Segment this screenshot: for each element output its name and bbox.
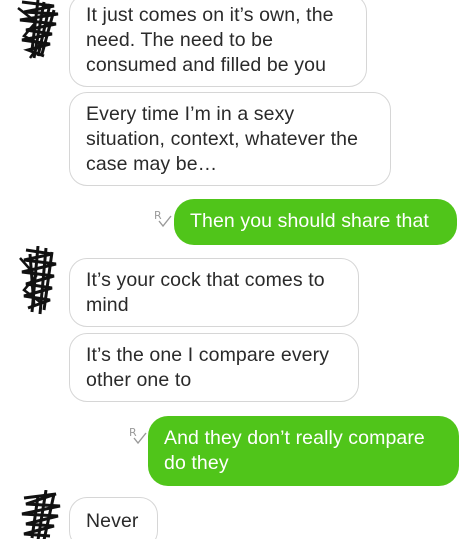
incoming-message: Never (69, 497, 158, 539)
svg-text:R: R (129, 426, 137, 439)
outgoing-message: And they don’t really compare do they (148, 416, 459, 486)
redacted-avatar-icon (17, 0, 59, 59)
read-receipt-icon: R (129, 426, 147, 445)
outgoing-message: Then you should share that (174, 199, 457, 245)
incoming-message: Every time I’m in a sexy situation, cont… (69, 92, 391, 186)
chat-thread: It just comes on it’s own, the need. The… (0, 0, 474, 539)
redacted-avatar-icon (19, 246, 57, 315)
redacted-avatar-icon (21, 490, 61, 539)
svg-text:R: R (154, 209, 162, 222)
incoming-message: It just comes on it’s own, the need. The… (69, 0, 367, 87)
incoming-message: It’s the one I compare every other one t… (69, 333, 359, 402)
read-receipt-icon: R (154, 209, 172, 228)
incoming-message: It’s your cock that comes to mind (69, 258, 359, 327)
